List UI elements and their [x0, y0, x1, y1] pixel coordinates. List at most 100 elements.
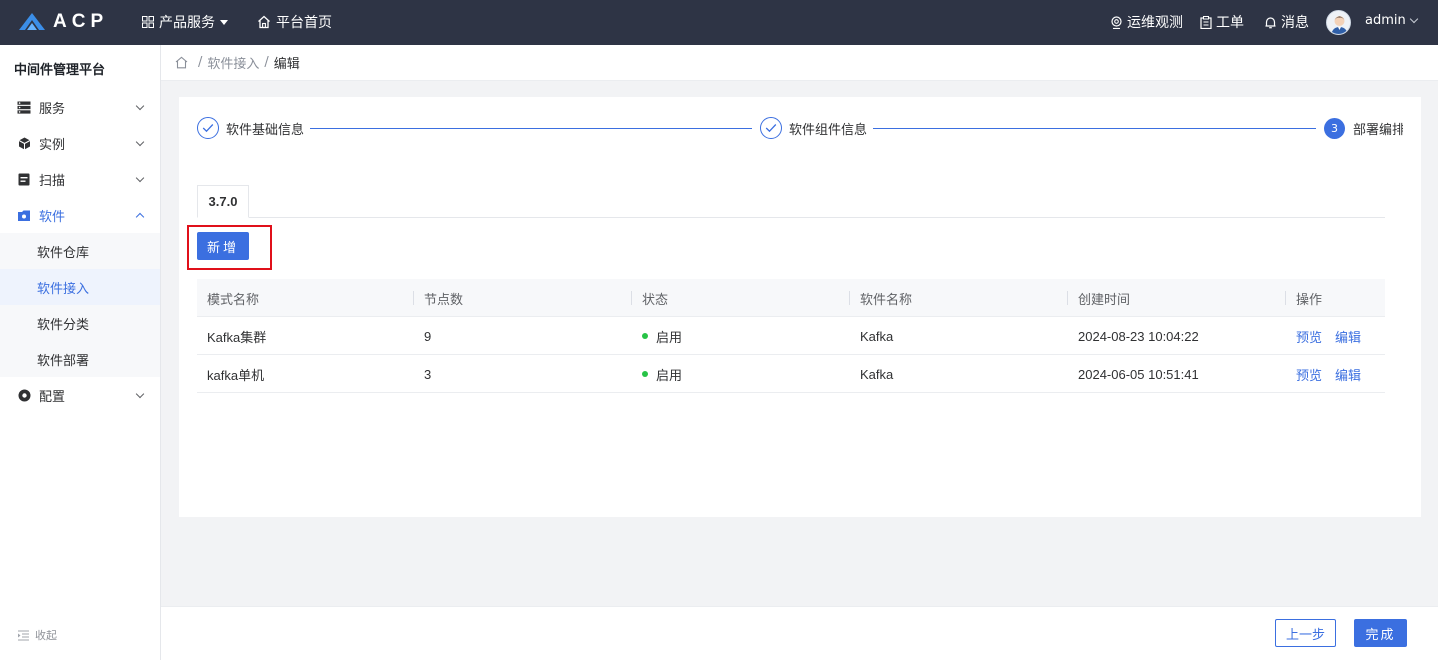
sidebar-item-service[interactable]: 服务 [0, 89, 160, 125]
app-logo[interactable]: ACP [18, 11, 108, 33]
cell-software-name: Kafka [860, 328, 894, 344]
step-connector [310, 128, 752, 129]
tab-version[interactable]: 3.7.0 [197, 185, 249, 218]
column-header-status: 状态 [642, 292, 669, 308]
sidebar-item-config[interactable]: 配置 [0, 377, 160, 413]
sidebar-subitem-software-category[interactable]: 软件分类 [0, 305, 160, 341]
column-header-node-count: 节点数 [424, 292, 464, 308]
home-icon[interactable] [175, 56, 188, 69]
edit-link[interactable]: 编辑 [1335, 327, 1361, 346]
chevron-down-icon [135, 389, 145, 399]
step-3-label: 部署编排 [1353, 123, 1403, 138]
cell-status: 启用 [642, 355, 682, 393]
platform-home-label: 平台首页 [276, 15, 332, 31]
column-header-actions: 操作 [1296, 292, 1323, 308]
chevron-up-icon [135, 212, 145, 222]
edit-link[interactable]: 编辑 [1335, 365, 1361, 384]
product-services-label: 产品服务 [159, 15, 215, 31]
step-connector [873, 128, 1316, 129]
sidebar-collapse-button[interactable]: 收起 [17, 627, 57, 643]
camera-icon [1111, 15, 1122, 29]
sidebar: 中间件管理平台 服务 实例 扫描 软件 软件仓库 软件接入 软件分类 软件部署 … [0, 45, 161, 660]
sidebar-subitem-software-deploy[interactable]: 软件部署 [0, 341, 160, 377]
chevron-down-icon [135, 101, 145, 111]
status-dot-icon [642, 333, 648, 339]
user-name: admin [1365, 13, 1406, 28]
step-3-number: 3 [1324, 118, 1345, 139]
sidebar-subitem-software-access[interactable]: 软件接入 [0, 269, 160, 305]
step-1-check-icon [197, 117, 219, 139]
caret-down-icon [220, 19, 228, 25]
table-header: 模式名称 节点数 状态 软件名称 创建时间 操作 [197, 279, 1385, 317]
user-menu[interactable]: admin [1365, 13, 1418, 28]
bell-icon [1265, 16, 1276, 28]
cell-software-name: Kafka [860, 366, 894, 382]
column-divider [1067, 291, 1068, 305]
cell-actions: 预览 编辑 [1296, 317, 1374, 355]
column-header-software-name: 软件名称 [860, 292, 913, 308]
sidebar-subitem-label: 软件仓库 [37, 245, 90, 261]
sidebar-item-scan[interactable]: 扫描 [0, 161, 160, 197]
sidebar-subitem-label: 软件分类 [37, 317, 90, 333]
collapse-menu-icon [18, 629, 29, 641]
status-text: 启用 [656, 330, 683, 346]
tab-bar-divider [197, 217, 1385, 218]
sidebar-item-label: 实例 [39, 137, 66, 153]
avatar-icon [1327, 11, 1350, 34]
sidebar-title: 中间件管理平台 [14, 63, 106, 78]
cell-mode-name: Kafka集群 [207, 329, 267, 345]
sidebar-item-software[interactable]: 软件 [0, 197, 160, 233]
column-divider [849, 291, 850, 305]
top-bar: ACP 产品服务 平台首页 运维观测 工单 消息 admin [0, 0, 1438, 45]
server-icon [17, 100, 31, 114]
sidebar-item-label: 软件 [39, 209, 66, 225]
messages-label: 消息 [1281, 15, 1309, 31]
ops-observe-link[interactable]: 运维观测 [1110, 12, 1183, 32]
mode-table: 模式名称 节点数 状态 软件名称 创建时间 操作 Kafka集群 9 启用 Ka… [197, 279, 1385, 393]
ops-observe-label: 运维观测 [1127, 15, 1183, 31]
preview-link[interactable]: 预览 [1296, 327, 1322, 346]
edit-card: 软件基础信息 软件组件信息 3 部署编排 3.7.0 新增 模式名称 节点数 状… [179, 97, 1421, 517]
platform-home-link[interactable]: 平台首页 [257, 12, 332, 32]
sidebar-subitem-software-repo[interactable]: 软件仓库 [0, 233, 160, 269]
scan-icon [17, 172, 31, 186]
cell-node-count: 9 [424, 328, 432, 344]
breadcrumb-separator: / [198, 55, 203, 70]
tickets-label: 工单 [1216, 15, 1244, 31]
clipboard-icon [1200, 15, 1212, 29]
status-dot-icon [642, 371, 648, 377]
previous-step-button[interactable]: 上一步 [1275, 619, 1336, 647]
cell-status: 启用 [642, 317, 682, 355]
cell-actions: 预览 编辑 [1296, 355, 1374, 393]
grid-icon [142, 16, 154, 28]
sidebar-item-instance[interactable]: 实例 [0, 125, 160, 161]
user-avatar[interactable] [1326, 10, 1351, 35]
sidebar-item-label: 扫描 [39, 173, 66, 189]
tickets-link[interactable]: 工单 [1200, 12, 1244, 32]
sidebar-subitem-label: 软件部署 [37, 353, 90, 369]
breadcrumb-software-access[interactable]: 软件接入 [207, 53, 259, 72]
table-row: kafka单机 3 启用 Kafka 2024-06-05 10:51:41 预… [197, 355, 1385, 393]
step-2-label: 软件组件信息 [789, 123, 868, 138]
table-row: Kafka集群 9 启用 Kafka 2024-08-23 10:04:22 预… [197, 317, 1385, 355]
collapse-label: 收起 [35, 629, 57, 642]
messages-link[interactable]: 消息 [1264, 12, 1309, 32]
step-2-check-icon [760, 117, 782, 139]
cell-created-time: 2024-08-23 10:04:22 [1078, 328, 1199, 344]
sidebar-subitem-label: 软件接入 [37, 281, 90, 297]
sidebar-item-label: 服务 [39, 101, 66, 117]
logo-text: ACP [53, 11, 109, 32]
add-button[interactable]: 新增 [197, 232, 249, 260]
product-services-menu[interactable]: 产品服务 [142, 12, 228, 32]
sidebar-item-label: 配置 [39, 389, 66, 405]
logo-icon [19, 13, 45, 30]
column-header-created-time: 创建时间 [1078, 292, 1131, 308]
breadcrumb-separator: / [264, 55, 269, 70]
finish-button[interactable]: 完成 [1354, 619, 1407, 647]
home-icon [258, 15, 270, 29]
cell-node-count: 3 [424, 366, 432, 382]
cell-mode-name: kafka单机 [207, 367, 265, 383]
cell-created-time: 2024-06-05 10:51:41 [1078, 366, 1199, 382]
column-divider [413, 291, 414, 305]
preview-link[interactable]: 预览 [1296, 365, 1322, 384]
